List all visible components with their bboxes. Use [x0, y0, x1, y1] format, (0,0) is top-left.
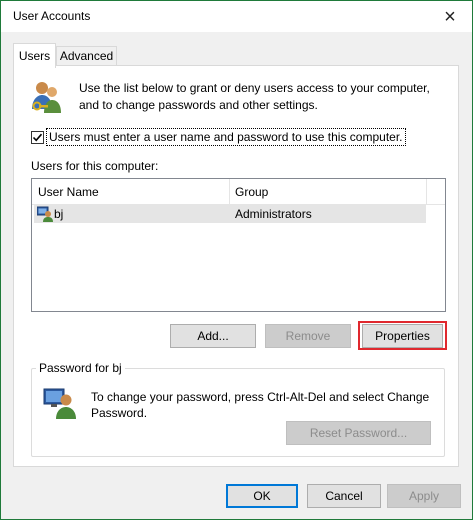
properties-highlight — [358, 321, 447, 350]
column-divider[interactable] — [229, 179, 230, 204]
add-button-label: Add... — [197, 329, 229, 343]
group-cell: Administrators — [235, 207, 312, 221]
tab-users[interactable]: Users — [13, 43, 56, 68]
cancel-button[interactable]: Cancel — [307, 484, 381, 508]
password-group-legend: Password for bj — [36, 361, 125, 375]
ok-button-label: OK — [253, 489, 271, 503]
users-list-label: Users for this computer: — [31, 159, 159, 173]
users-keys-icon — [32, 82, 61, 113]
users-list[interactable]: User Name Group bj Administrators — [31, 178, 446, 312]
apply-button-label: Apply — [408, 489, 440, 503]
ok-button[interactable]: OK — [226, 484, 298, 508]
apply-button[interactable]: Apply — [387, 484, 461, 508]
close-icon[interactable]: × — [438, 5, 462, 29]
column-header-group[interactable]: Group — [235, 185, 268, 199]
user-accounts-window: User Accounts × Users Advanced Use the l… — [0, 0, 473, 520]
column-divider[interactable] — [426, 179, 427, 204]
require-login-label[interactable]: Users must enter a user name and passwor… — [46, 128, 406, 146]
tab-advanced[interactable]: Advanced — [56, 46, 117, 66]
remove-button[interactable]: Remove — [265, 324, 351, 348]
window-title: User Accounts — [13, 9, 91, 23]
user-icon — [37, 206, 53, 222]
users-list-header: User Name Group — [32, 179, 445, 205]
column-header-user-name[interactable]: User Name — [38, 185, 99, 199]
table-row[interactable]: bj Administrators — [34, 205, 426, 223]
password-help-text: To change your password, press Ctrl-Alt-… — [91, 390, 430, 420]
user-name-cell: bj — [54, 207, 64, 221]
checkmark-icon — [32, 133, 43, 141]
remove-button-label: Remove — [285, 329, 331, 343]
cancel-button-label: Cancel — [325, 489, 363, 503]
reset-password-button-label: Reset Password... — [309, 426, 408, 440]
user-computer-icon — [43, 388, 76, 419]
add-button[interactable]: Add... — [170, 324, 256, 348]
require-login-checkbox-row[interactable]: Users must enter a user name and passwor… — [31, 128, 406, 146]
intro-text: Use the list below to grant or deny user… — [79, 81, 430, 112]
require-login-checkbox[interactable] — [31, 130, 44, 144]
reset-password-button[interactable]: Reset Password... — [286, 421, 431, 445]
title-bar: User Accounts × — [1, 1, 472, 32]
